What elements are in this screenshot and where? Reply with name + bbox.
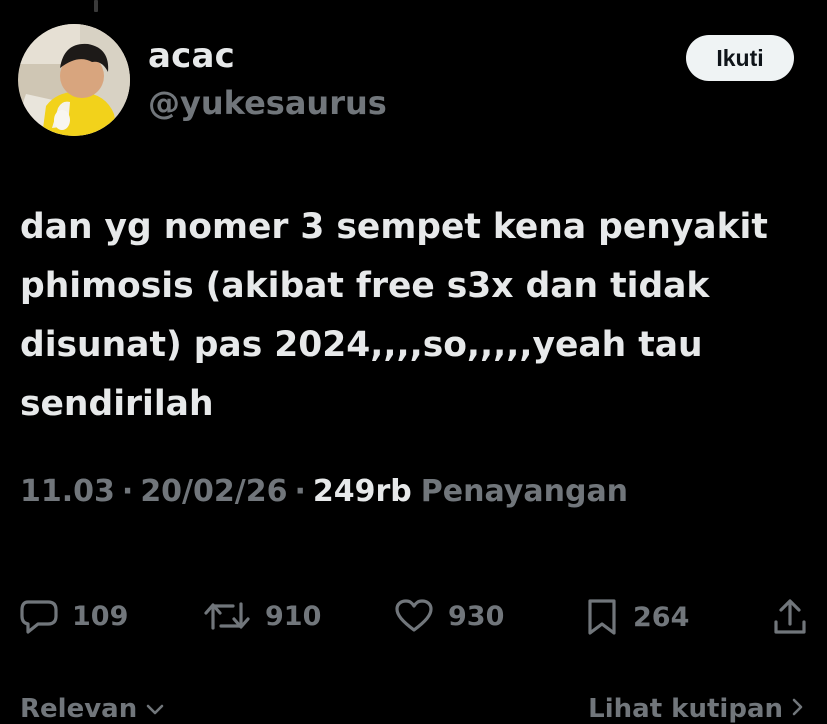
tweet-date[interactable]: 20/02/26: [140, 474, 287, 509]
avatar[interactable]: [18, 24, 130, 136]
reply-count: 109: [72, 600, 129, 632]
views-label[interactable]: Penayangan: [421, 474, 628, 509]
reply-icon: [20, 598, 58, 634]
share-icon: [772, 598, 808, 636]
bookmark-icon: [585, 598, 619, 636]
sort-dropdown[interactable]: Relevan: [20, 694, 165, 724]
chevron-right-icon: [791, 694, 805, 724]
display-name[interactable]: acac: [148, 36, 235, 76]
share-button[interactable]: [772, 598, 808, 636]
follow-button[interactable]: Ikuti: [686, 35, 794, 81]
repost-count: 910: [265, 600, 322, 632]
tweet-time[interactable]: 11.03: [20, 474, 115, 509]
reply-button[interactable]: 109: [20, 598, 128, 634]
meta-separator: ·: [294, 474, 306, 509]
sort-label: Relevan: [20, 694, 138, 724]
top-divider-tick: [94, 0, 98, 12]
bookmark-count: 264: [633, 601, 690, 633]
view-quotes-link[interactable]: Lihat kutipan: [588, 694, 805, 724]
views-count[interactable]: 249rb: [313, 474, 412, 509]
chevron-down-icon: [145, 694, 165, 724]
tweet-meta: 11.03 · 20/02/26 · 249rb Penayangan: [20, 474, 628, 509]
view-quotes-label: Lihat kutipan: [588, 694, 783, 724]
repost-icon: [203, 598, 251, 634]
heart-icon: [394, 598, 434, 634]
repost-button[interactable]: 910: [203, 598, 321, 634]
meta-separator: ·: [121, 474, 134, 509]
like-button[interactable]: 930: [394, 598, 504, 634]
tweet-text: dan yg nomer 3 sempet kena penyakit phim…: [20, 207, 768, 424]
like-count: 930: [448, 600, 505, 632]
user-handle[interactable]: @yukesaurus: [148, 84, 387, 122]
bookmark-button[interactable]: 264: [585, 598, 689, 636]
